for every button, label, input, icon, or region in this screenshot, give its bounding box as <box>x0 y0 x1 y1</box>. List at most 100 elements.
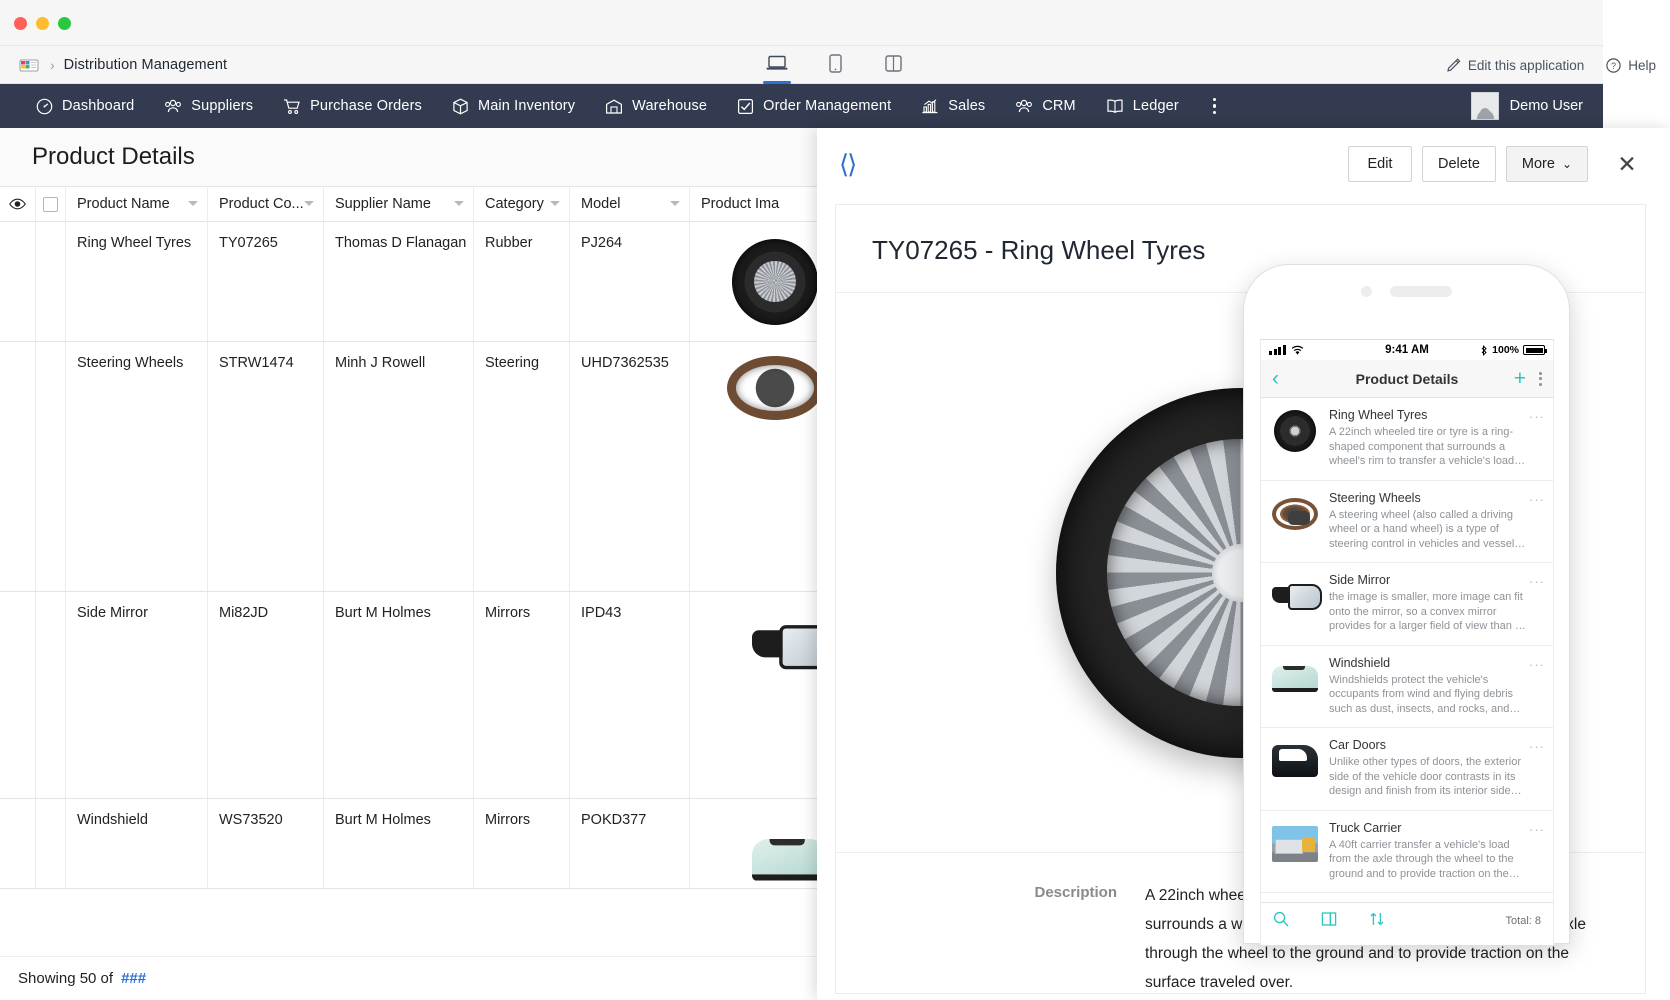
phone-total-label: Total: 8 <box>1506 915 1541 927</box>
row-select-cell[interactable] <box>36 222 66 341</box>
nav-item-order-management[interactable]: Order Management <box>737 98 891 115</box>
user-menu[interactable]: Demo User <box>1471 84 1583 128</box>
nav-item-crm[interactable]: CRM <box>1015 98 1075 115</box>
cell-model: POKD377 <box>570 799 690 888</box>
eye-icon <box>9 198 26 210</box>
column-label: Product Co... <box>219 196 304 212</box>
minimize-window-button[interactable] <box>36 17 49 30</box>
nav-item-purchase-orders[interactable]: Purchase Orders <box>283 98 422 115</box>
phone-speaker-area <box>1244 265 1569 317</box>
nav-item-ledger[interactable]: Ledger <box>1106 98 1179 115</box>
preview-tablet-button[interactable] <box>876 48 910 84</box>
duplicate-icon[interactable] <box>1321 911 1337 931</box>
chevron-down-icon[interactable] <box>304 201 314 206</box>
column-header-product-name[interactable]: Product Name <box>66 186 208 222</box>
device-preview-toggle[interactable] <box>760 46 910 84</box>
breadcrumb-separator: › <box>50 57 55 73</box>
phone-product-list[interactable]: Ring Wheel Tyres A 22inch wheeled tire o… <box>1261 398 1553 902</box>
list-item-description: A 40ft carrier transfer a vehicle's load… <box>1329 838 1529 882</box>
ellipsis-icon[interactable]: ··· <box>1529 822 1545 837</box>
nav-item-main-inventory[interactable]: Main Inventory <box>452 98 575 115</box>
ellipsis-icon[interactable]: ··· <box>1529 739 1545 754</box>
list-item-description: Windshields protect the vehicle's occupa… <box>1329 673 1529 717</box>
kebab-menu-icon[interactable] <box>1539 372 1542 386</box>
nav-item-suppliers[interactable]: Suppliers <box>164 98 253 115</box>
more-button[interactable]: More ⌄ <box>1506 146 1588 182</box>
showing-count-label: Showing 50 of <box>18 970 113 987</box>
list-item-title: Steering Wheels <box>1329 491 1529 505</box>
row-select-cell[interactable] <box>36 592 66 798</box>
column-label: Supplier Name <box>335 196 431 212</box>
edit-application-label: Edit this application <box>1468 58 1584 73</box>
laptop-icon <box>766 55 788 71</box>
cell-category: Rubber <box>474 222 570 341</box>
cell-product-name: Ring Wheel Tyres <box>66 222 208 341</box>
ellipsis-icon[interactable]: ··· <box>1529 657 1545 672</box>
phone-page-title: Product Details <box>1261 371 1553 387</box>
visibility-toggle-column[interactable] <box>0 186 36 222</box>
list-item-description: A steering wheel (also called a driving … <box>1329 508 1529 552</box>
phone-nav-bar: ‹ Product Details + <box>1261 360 1553 398</box>
cell-supplier-name: Minh J Rowell <box>324 342 474 591</box>
close-window-button[interactable] <box>14 17 27 30</box>
row-visibility-cell <box>0 222 36 341</box>
app-logo-icon <box>18 56 42 74</box>
list-item[interactable]: Steering Wheels A steering wheel (also c… <box>1261 481 1553 564</box>
chevron-down-icon[interactable] <box>454 201 464 206</box>
list-item[interactable]: Windshield Windshields protect the vehic… <box>1261 646 1553 729</box>
window-controls[interactable] <box>14 17 71 30</box>
nav-item-dashboard[interactable]: Dashboard <box>36 98 134 115</box>
chevron-down-icon[interactable] <box>670 201 680 206</box>
nav-overflow-menu-icon[interactable] <box>1213 98 1217 115</box>
phone-bottom-toolbar: Total: 8 <box>1261 902 1553 938</box>
ellipsis-icon[interactable]: ··· <box>1529 492 1545 507</box>
list-item[interactable]: Car Doors Unlike other types of doors, t… <box>1261 728 1553 811</box>
nav-item-warehouse[interactable]: Warehouse <box>605 98 707 115</box>
pencil-icon <box>1447 58 1461 72</box>
cell-product-code: Mi82JD <box>208 592 324 798</box>
bar-chart-icon <box>921 98 939 115</box>
search-icon[interactable] <box>1273 911 1289 931</box>
close-icon[interactable]: ✕ <box>1610 147 1644 181</box>
phone-clock: 9:41 AM <box>1261 344 1553 356</box>
chevron-down-icon[interactable] <box>550 201 560 206</box>
ellipsis-icon[interactable]: ··· <box>1529 409 1545 424</box>
windshield-thumb-icon <box>1272 656 1318 702</box>
row-select-cell[interactable] <box>36 342 66 591</box>
column-header-category[interactable]: Category <box>474 186 570 222</box>
list-item[interactable]: Side Mirror the image is smaller, more i… <box>1261 563 1553 646</box>
breadcrumb-app-name[interactable]: Distribution Management <box>64 57 228 73</box>
row-select-cell[interactable] <box>36 799 66 888</box>
cell-model: IPD43 <box>570 592 690 798</box>
nav-label: Purchase Orders <box>310 98 422 114</box>
nav-label: Suppliers <box>191 98 253 114</box>
column-header-product-code[interactable]: Product Co... <box>208 186 324 222</box>
edit-button[interactable]: Edit <box>1348 146 1412 182</box>
cell-product-code: TY07265 <box>208 222 324 341</box>
cell-model: PJ264 <box>570 222 690 341</box>
delete-button[interactable]: Delete <box>1422 146 1496 182</box>
column-header-model[interactable]: Model <box>570 186 690 222</box>
help-button[interactable]: ? Help <box>1606 58 1656 73</box>
preview-mobile-button[interactable] <box>818 48 852 84</box>
nav-label: Main Inventory <box>478 98 575 114</box>
plus-icon[interactable]: + <box>1514 367 1526 391</box>
steering-wheel-thumb-icon <box>727 356 823 420</box>
list-item[interactable]: Truck Carrier A 40ft carrier transfer a … <box>1261 811 1553 894</box>
description-label: Description <box>836 881 1145 994</box>
edit-application-button[interactable]: Edit this application <box>1447 58 1584 73</box>
nav-label: Warehouse <box>632 98 707 114</box>
preview-desktop-button[interactable] <box>760 48 794 84</box>
select-all-column[interactable] <box>36 186 66 222</box>
select-all-checkbox[interactable] <box>43 197 58 212</box>
zoom-window-button[interactable] <box>58 17 71 30</box>
sort-arrows-icon[interactable] <box>1369 911 1385 931</box>
chevron-down-icon[interactable] <box>188 201 198 206</box>
list-item-title: Side Mirror <box>1329 573 1529 587</box>
column-header-supplier-name[interactable]: Supplier Name <box>324 186 474 222</box>
nav-item-sales[interactable]: Sales <box>921 98 985 115</box>
list-item[interactable]: Ring Wheel Tyres A 22inch wheeled tire o… <box>1261 398 1553 481</box>
code-brackets-icon[interactable]: ⟨⟩ <box>839 149 855 180</box>
row-visibility-cell <box>0 799 36 888</box>
ellipsis-icon[interactable]: ··· <box>1529 574 1545 589</box>
